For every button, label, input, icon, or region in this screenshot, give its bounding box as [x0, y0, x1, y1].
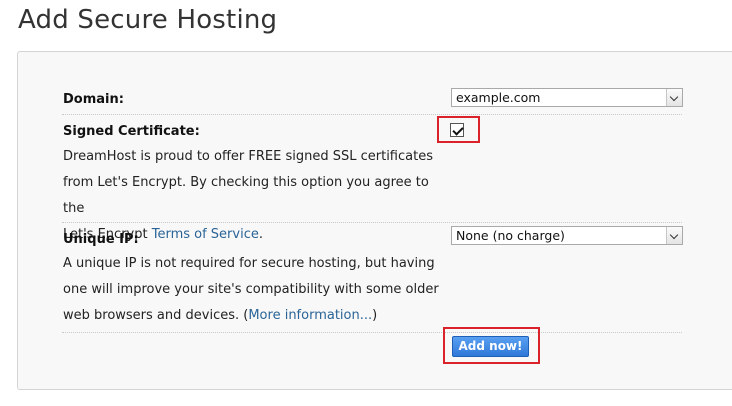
more-information-link[interactable]: More information... — [248, 308, 372, 323]
add-now-button[interactable]: Add now! — [452, 336, 529, 357]
signed-certificate-label: Signed Certificate: — [63, 124, 200, 139]
domain-label: Domain: — [63, 92, 124, 107]
chevron-down-icon — [666, 227, 682, 244]
row-divider — [62, 114, 682, 115]
unique-ip-description: A unique IP is not required for secure h… — [63, 251, 443, 329]
unique-ip-select[interactable]: None (no charge) — [451, 226, 683, 245]
terms-of-service-link[interactable]: Terms of Service — [152, 227, 259, 242]
description-line: A unique IP is not required for secure h… — [63, 256, 435, 271]
chevron-down-icon — [666, 89, 682, 106]
unique-ip-select-value: None (no charge) — [456, 228, 565, 243]
unique-ip-label: Unique IP: — [63, 232, 139, 247]
description-text: ) — [372, 308, 378, 323]
description-line: DreamHost is proud to offer FREE signed … — [63, 149, 433, 164]
domain-select-value: example.com — [456, 90, 541, 105]
signed-certificate-checkbox[interactable] — [450, 123, 464, 137]
row-divider — [62, 222, 682, 223]
description-line: web browsers and devices. (More informat… — [63, 303, 443, 329]
row-divider — [62, 332, 682, 333]
description-text: web browsers and devices. ( — [63, 308, 249, 323]
domain-select[interactable]: example.com — [451, 88, 683, 107]
page-title: Add Secure Hosting — [18, 5, 278, 35]
description-line: one will improve your site's compatibili… — [63, 282, 439, 297]
description-line: from Let's Encrypt. By checking this opt… — [63, 175, 429, 216]
description-text: . — [258, 227, 263, 242]
